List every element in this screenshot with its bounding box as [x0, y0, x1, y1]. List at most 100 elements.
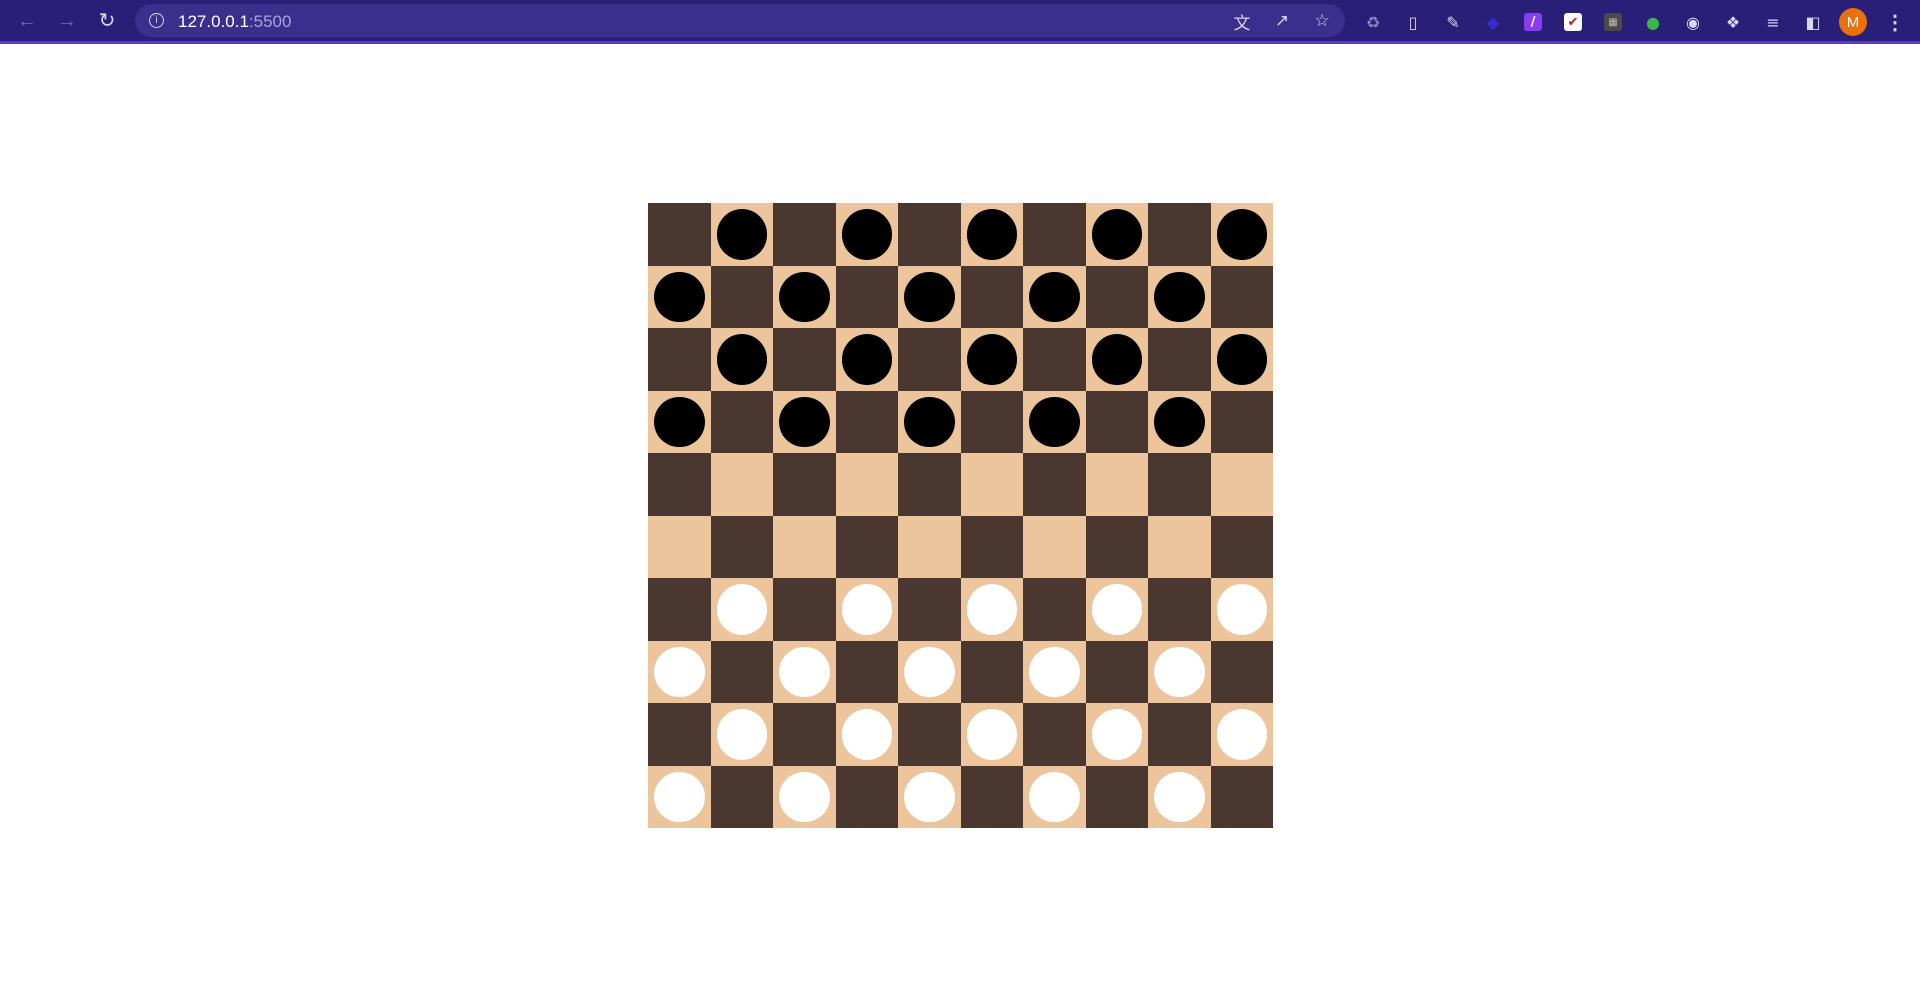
camera-extension-icon[interactable]: ◉	[1678, 7, 1708, 37]
star-icon[interactable]: ☆	[1309, 8, 1335, 34]
board-square-dark[interactable]	[648, 328, 711, 391]
board-square-light[interactable]	[773, 765, 836, 828]
board-square-light[interactable]	[835, 328, 898, 391]
white-checker-piece[interactable]	[904, 771, 955, 822]
address-bar[interactable]: i 127.0.0.1:5500 文 ↗ ☆	[135, 4, 1345, 37]
board-square-light[interactable]	[835, 203, 898, 266]
board-square-light[interactable]	[1148, 765, 1211, 828]
board-square-light[interactable]	[710, 203, 773, 266]
share-icon[interactable]: ↗	[1269, 8, 1295, 34]
board-square-dark[interactable]	[773, 578, 836, 641]
black-checker-piece[interactable]	[841, 334, 892, 385]
black-checker-piece[interactable]	[654, 396, 705, 447]
board-square-light[interactable]	[835, 453, 898, 516]
black-checker-piece[interactable]	[904, 396, 955, 447]
board-square-dark[interactable]	[835, 765, 898, 828]
board-square-dark[interactable]	[648, 203, 711, 266]
board-square-light[interactable]	[1148, 265, 1211, 328]
board-square-light[interactable]	[898, 765, 961, 828]
board-square-light[interactable]	[835, 703, 898, 766]
url-text[interactable]: 127.0.0.1:5500	[178, 12, 291, 32]
board-square-light[interactable]	[710, 328, 773, 391]
board-square-light[interactable]	[1085, 203, 1148, 266]
white-checker-piece[interactable]	[779, 646, 830, 697]
board-square-dark[interactable]	[960, 640, 1023, 703]
board-square-light[interactable]	[1023, 265, 1086, 328]
reading-list-icon[interactable]: ≡	[1758, 7, 1788, 37]
board-square-dark[interactable]	[1023, 453, 1086, 516]
white-checker-piece[interactable]	[1029, 771, 1080, 822]
v-extension-icon[interactable]: /	[1518, 7, 1548, 37]
white-checker-piece[interactable]	[1216, 709, 1267, 760]
black-checker-piece[interactable]	[1091, 334, 1142, 385]
board-square-dark[interactable]	[898, 203, 961, 266]
board-square-dark[interactable]	[1148, 703, 1211, 766]
board-square-light[interactable]	[898, 515, 961, 578]
board-square-light[interactable]	[1085, 578, 1148, 641]
board-square-dark[interactable]	[1148, 578, 1211, 641]
translate-icon[interactable]: 文	[1229, 8, 1255, 34]
board-square-dark[interactable]	[710, 265, 773, 328]
board-square-dark[interactable]	[1085, 390, 1148, 453]
board-square-light[interactable]	[1148, 515, 1211, 578]
black-checker-piece[interactable]	[1154, 271, 1205, 322]
board-square-dark[interactable]	[773, 453, 836, 516]
board-square-dark[interactable]	[710, 390, 773, 453]
black-checker-piece[interactable]	[654, 271, 705, 322]
board-square-light[interactable]	[648, 765, 711, 828]
board-square-dark[interactable]	[1148, 203, 1211, 266]
board-square-light[interactable]	[1148, 640, 1211, 703]
white-checker-piece[interactable]	[779, 771, 830, 822]
board-square-dark[interactable]	[1023, 328, 1086, 391]
black-checker-piece[interactable]	[1029, 396, 1080, 447]
board-square-dark[interactable]	[835, 515, 898, 578]
check-extension-icon[interactable]: ✔	[1558, 7, 1588, 37]
phone-extension-icon[interactable]: ▯	[1398, 7, 1428, 37]
board-square-dark[interactable]	[960, 265, 1023, 328]
forward-button[interactable]: →	[52, 6, 82, 36]
board-square-light[interactable]	[773, 390, 836, 453]
board-square-dark[interactable]	[960, 765, 1023, 828]
board-square-light[interactable]	[960, 328, 1023, 391]
white-checker-piece[interactable]	[716, 584, 767, 635]
board-square-dark[interactable]	[1023, 578, 1086, 641]
black-checker-piece[interactable]	[716, 209, 767, 260]
white-checker-piece[interactable]	[654, 771, 705, 822]
board-square-dark[interactable]	[898, 578, 961, 641]
board-square-light[interactable]	[1023, 765, 1086, 828]
board-square-light[interactable]	[648, 640, 711, 703]
board-square-light[interactable]	[1023, 390, 1086, 453]
board-square-light[interactable]	[1210, 703, 1273, 766]
board-square-dark[interactable]	[1023, 703, 1086, 766]
board-square-light[interactable]	[1085, 453, 1148, 516]
board-square-dark[interactable]	[960, 390, 1023, 453]
black-checker-piece[interactable]	[1216, 209, 1267, 260]
board-square-light[interactable]	[960, 703, 1023, 766]
grid-extension-icon[interactable]: ▦	[1598, 7, 1628, 37]
board-square-dark[interactable]	[710, 640, 773, 703]
side-panel-icon[interactable]: ◧	[1798, 7, 1828, 37]
white-checker-piece[interactable]	[654, 646, 705, 697]
black-checker-piece[interactable]	[716, 334, 767, 385]
black-checker-piece[interactable]	[1154, 396, 1205, 447]
board-square-light[interactable]	[898, 265, 961, 328]
board-square-light[interactable]	[835, 578, 898, 641]
black-checker-piece[interactable]	[966, 209, 1017, 260]
black-checker-piece[interactable]	[1091, 209, 1142, 260]
board-square-dark[interactable]	[898, 328, 961, 391]
board-square-dark[interactable]	[1023, 203, 1086, 266]
board-square-light[interactable]	[898, 390, 961, 453]
board-square-dark[interactable]	[648, 578, 711, 641]
board-square-dark[interactable]	[710, 765, 773, 828]
white-checker-piece[interactable]	[716, 709, 767, 760]
reload-button[interactable]: ↻	[92, 6, 122, 36]
back-button[interactable]: ←	[12, 6, 42, 36]
black-checker-piece[interactable]	[904, 271, 955, 322]
board-square-dark[interactable]	[960, 515, 1023, 578]
board-square-dark[interactable]	[1085, 515, 1148, 578]
black-checker-piece[interactable]	[841, 209, 892, 260]
white-checker-piece[interactable]	[1091, 584, 1142, 635]
board-square-dark[interactable]	[773, 203, 836, 266]
white-checker-piece[interactable]	[1154, 646, 1205, 697]
board-square-dark[interactable]	[1085, 265, 1148, 328]
